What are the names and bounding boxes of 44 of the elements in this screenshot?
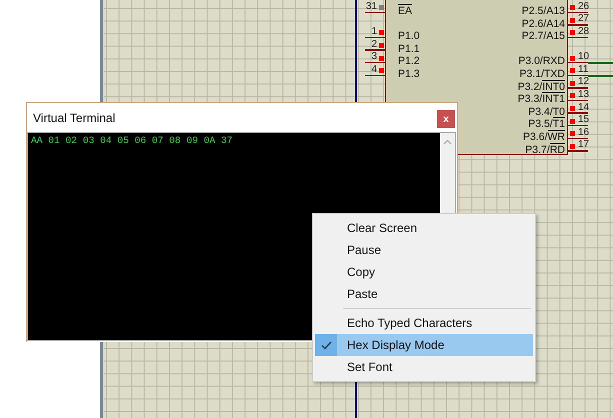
- menu-item[interactable]: Set Font: [315, 356, 533, 378]
- pin-label: P3.4/T0: [528, 106, 565, 118]
- pin-label: P1.3: [398, 69, 420, 80]
- menu-item[interactable]: Copy: [315, 261, 533, 283]
- pin-number: 12: [578, 77, 590, 88]
- menu-item[interactable]: Clear Screen: [315, 217, 533, 239]
- pin-number: 11: [578, 64, 588, 75]
- pin-number: 17: [578, 140, 590, 150]
- menu-item[interactable]: Echo Typed Characters: [315, 312, 533, 334]
- pin-label: P3.6/WR: [522, 132, 565, 144]
- pin-number: 15: [578, 115, 590, 126]
- pin-label: P3.0/RXD: [518, 56, 565, 68]
- menu-item[interactable]: Pause: [315, 239, 533, 261]
- pin-number: 31: [366, 2, 377, 12]
- close-button[interactable]: x: [437, 110, 455, 128]
- pin-label: P3.5/T1: [528, 119, 565, 130]
- pin-number: 10: [578, 52, 590, 62]
- pin-label: P2.6/A14: [522, 18, 565, 30]
- pin-label: P3.7/RD: [525, 144, 565, 156]
- terminal-output: AA 01 02 03 04 05 06 07 08 09 0A 37: [31, 135, 234, 146]
- pin-label: P2.5/A13: [522, 6, 565, 18]
- pin-label: P2.7/A15: [522, 31, 565, 42]
- menu-item[interactable]: Paste: [315, 283, 533, 305]
- pin-number: 14: [578, 102, 590, 113]
- window-title: Virtual Terminal: [33, 110, 116, 124]
- pin-label: P3.2/INT0: [518, 82, 565, 93]
- pin-number: 13: [578, 90, 590, 100]
- pin-label: P1.2: [398, 56, 420, 68]
- pin-number: 28: [578, 27, 590, 38]
- pin-number: 16: [578, 128, 590, 138]
- pin-number: 4: [371, 64, 377, 75]
- pin-label: P1.0: [398, 31, 420, 42]
- pin-number: 27: [578, 14, 590, 24]
- menu-item[interactable]: Hex Display Mode: [315, 334, 533, 356]
- pin-label: P3.3/INT1: [518, 94, 565, 106]
- pin-number: 3: [371, 52, 377, 62]
- pin-label: EA: [398, 6, 412, 18]
- scroll-up-icon[interactable]: [443, 139, 452, 145]
- check-icon: [320, 340, 332, 350]
- pin-label: P1.1: [398, 44, 420, 55]
- pin-label: P3.1/TXD: [519, 69, 565, 80]
- pin-number: 26: [578, 2, 590, 12]
- pin-number: 1: [371, 27, 377, 38]
- pin-number: 2: [371, 40, 377, 50]
